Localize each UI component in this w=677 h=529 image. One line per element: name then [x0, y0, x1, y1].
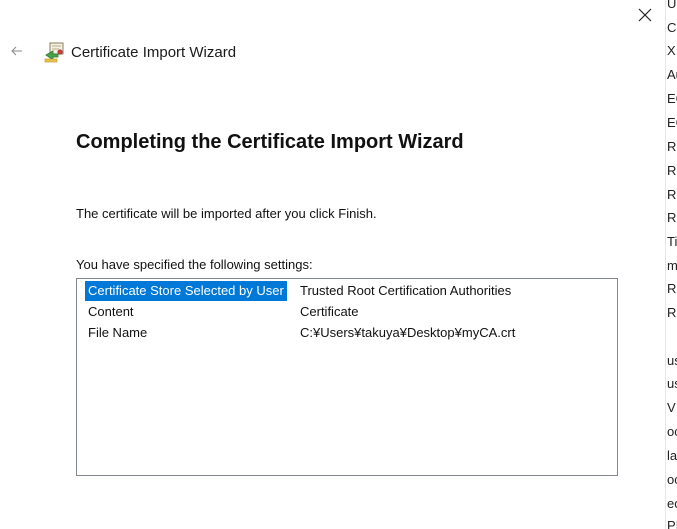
info-text: The certificate will be imported after y… — [76, 206, 377, 221]
background-text: U — [667, 0, 677, 11]
back-arrow-icon — [11, 46, 22, 56]
background-text: Ro — [667, 305, 677, 320]
settings-key: Content — [88, 304, 134, 319]
background-text: PI — [667, 518, 677, 529]
background-text: oc — [667, 472, 677, 487]
background-text: V F — [667, 400, 677, 415]
background-text: Ro — [667, 139, 677, 154]
background-text: X — [667, 43, 676, 58]
settings-row[interactable]: File Name C:¥Users¥takuya¥Desktop¥myCA.c… — [83, 323, 611, 343]
settings-row[interactable]: Content Certificate — [83, 302, 611, 322]
background-text: Ti — [667, 234, 677, 249]
settings-value: Trusted Root Certification Authorities — [300, 283, 512, 298]
settings-row[interactable]: Certificate Store Selected by User Trust… — [83, 281, 611, 301]
background-text: Co — [667, 20, 677, 35]
background-text: EC — [667, 115, 677, 130]
certificate-wizard-icon — [44, 42, 64, 63]
background-window: U Co X Au EC EC Ro Ro Ro Ro Ti m Ro Ro u… — [665, 0, 677, 529]
background-text: Ro — [667, 187, 677, 202]
settings-value: Certificate — [300, 304, 359, 319]
background-text: m — [667, 258, 677, 273]
close-icon — [638, 8, 652, 22]
background-text: us — [667, 353, 677, 368]
certificate-import-wizard-dialog: Certificate Import Wizard Completing the… — [0, 0, 665, 529]
background-text: ec — [667, 496, 677, 511]
close-button[interactable] — [632, 2, 658, 28]
settings-key: Certificate Store Selected by User — [85, 281, 287, 301]
background-text: EC — [667, 91, 677, 106]
background-text: Au — [667, 67, 677, 82]
settings-list[interactable]: Certificate Store Selected by User Trust… — [76, 278, 618, 476]
settings-label: You have specified the following setting… — [76, 257, 313, 272]
back-button[interactable] — [6, 40, 28, 62]
background-text: Ro — [667, 163, 677, 178]
background-text: oc — [667, 424, 677, 439]
background-text: la — [667, 448, 677, 463]
settings-value: C:¥Users¥takuya¥Desktop¥myCA.crt — [300, 325, 516, 340]
page-heading: Completing the Certificate Import Wizard — [76, 131, 464, 153]
background-text: Ro — [667, 281, 677, 296]
settings-key: File Name — [88, 325, 148, 340]
background-text: Ro — [667, 210, 677, 225]
wizard-title: Certificate Import Wizard — [71, 44, 237, 61]
background-text: us — [667, 376, 677, 391]
